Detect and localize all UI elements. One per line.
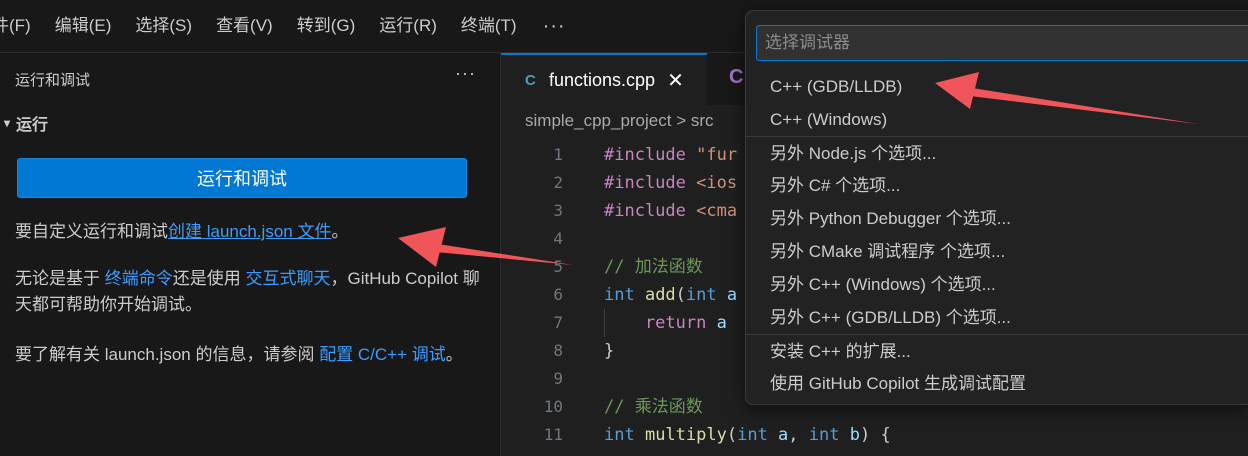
tab-functions-cpp[interactable]: C functions.cpp ✕ bbox=[501, 53, 707, 105]
indent-guide bbox=[604, 309, 605, 337]
line-number: 5 bbox=[553, 257, 563, 276]
customize-suffix: 。 bbox=[331, 222, 349, 241]
list-item-more-csharp[interactable]: 另外 C# 个选项... bbox=[746, 169, 1248, 202]
tab-label: functions.cpp bbox=[549, 69, 656, 90]
menu-view[interactable]: 查看(V) bbox=[204, 0, 285, 52]
list-item-more-cmake[interactable]: 另外 CMake 调试程序 个选项... bbox=[746, 235, 1248, 268]
copilot-text-b: 还是使用 bbox=[172, 269, 246, 288]
learn-text-a: 要了解有关 launch.json 的信息，请参阅 bbox=[15, 345, 320, 364]
line-number: 1 bbox=[553, 145, 563, 164]
cpp-file-icon: C bbox=[525, 71, 536, 89]
line-number: 11 bbox=[543, 425, 563, 444]
list-item-more-python[interactable]: 另外 Python Debugger 个选项... bbox=[746, 202, 1248, 235]
run-and-debug-button[interactable]: 运行和调试 bbox=[17, 158, 467, 198]
interactive-chat-link[interactable]: 交互式聊天 bbox=[245, 269, 330, 288]
menu-run[interactable]: 运行(R) bbox=[367, 0, 449, 52]
line-number: 10 bbox=[543, 397, 563, 416]
section-run-label: 运行 bbox=[16, 117, 49, 134]
copilot-paragraph: 无论是基于 终端命令还是使用 交互式聊天，GitHub Copilot 聊天都可… bbox=[15, 266, 485, 318]
configure-cpp-debug-link[interactable]: 配置 C/C++ 调试 bbox=[319, 345, 446, 364]
run-debug-sidebar: 运行和调试 ··· ▾ 运行 运行和调试 要自定义运行和调试创建 launch.… bbox=[0, 53, 501, 456]
line-number: 8 bbox=[553, 341, 563, 360]
debugger-list: C++ (GDB/LLDB) C++ (Windows) 另外 Node.js … bbox=[746, 70, 1248, 400]
customize-paragraph: 要自定义运行和调试创建 launch.json 文件。 bbox=[15, 219, 485, 245]
learn-paragraph: 要了解有关 launch.json 的信息，请参阅 配置 C/C++ 调试。 bbox=[15, 342, 485, 368]
line-number: 6 bbox=[553, 285, 563, 304]
section-run-header[interactable]: ▾ 运行 bbox=[0, 111, 48, 135]
menu-file[interactable]: 件(F) bbox=[0, 0, 43, 52]
debugger-search-input[interactable] bbox=[756, 25, 1248, 61]
list-item-more-nodejs[interactable]: 另外 Node.js 个选项... bbox=[746, 136, 1248, 169]
line-number: 4 bbox=[553, 229, 563, 248]
menu-terminal[interactable]: 终端(T) bbox=[449, 0, 529, 52]
list-item-cpp-windows[interactable]: C++ (Windows) bbox=[746, 103, 1248, 136]
chevron-down-icon: ▾ bbox=[3, 116, 11, 130]
learn-text-b: 。 bbox=[445, 345, 463, 364]
sidebar-title: 运行和调试 bbox=[15, 72, 91, 89]
menu-selection[interactable]: 选择(S) bbox=[123, 0, 204, 52]
menu-more-icon[interactable]: ··· bbox=[529, 15, 580, 38]
sidebar-more-icon[interactable]: ··· bbox=[455, 63, 476, 84]
list-item-more-cpp-gdb-lldb[interactable]: 另外 C++ (GDB/LLDB) 个选项... bbox=[746, 301, 1248, 334]
line-number: 9 bbox=[553, 369, 563, 388]
list-item-more-cpp-windows[interactable]: 另外 C++ (Windows) 个选项... bbox=[746, 268, 1248, 301]
line-number: 3 bbox=[553, 201, 563, 220]
line-number: 2 bbox=[553, 173, 563, 192]
list-item-copilot-generate-config[interactable]: 使用 GitHub Copilot 生成调试配置 bbox=[746, 367, 1248, 400]
code-line: int multiply(int a, int b) { bbox=[604, 425, 891, 445]
menu-go[interactable]: 转到(G) bbox=[285, 0, 368, 52]
copilot-text-a: 无论是基于 bbox=[15, 269, 105, 288]
menu-edit[interactable]: 编辑(E) bbox=[43, 0, 124, 52]
terminal-command-link[interactable]: 终端命令 bbox=[105, 269, 173, 288]
close-icon[interactable]: ✕ bbox=[667, 68, 684, 93]
select-debugger-quickpick: C++ (GDB/LLDB) C++ (Windows) 另外 Node.js … bbox=[745, 10, 1248, 405]
customize-text: 要自定义运行和调试 bbox=[15, 222, 168, 241]
breadcrumb[interactable]: simple_cpp_project > src bbox=[525, 111, 714, 131]
list-item-install-cpp-extension[interactable]: 安装 C++ 的扩展... bbox=[746, 334, 1248, 367]
list-item-cpp-gdb-lldb[interactable]: C++ (GDB/LLDB) bbox=[746, 70, 1248, 103]
create-launch-json-link[interactable]: 创建 launch.json 文件 bbox=[168, 222, 331, 241]
line-number-gutter: 1 2 3 4 5 6 7 8 9 10 11 bbox=[501, 141, 565, 449]
c-file-icon[interactable]: C bbox=[729, 66, 743, 89]
line-number: 7 bbox=[553, 313, 563, 332]
